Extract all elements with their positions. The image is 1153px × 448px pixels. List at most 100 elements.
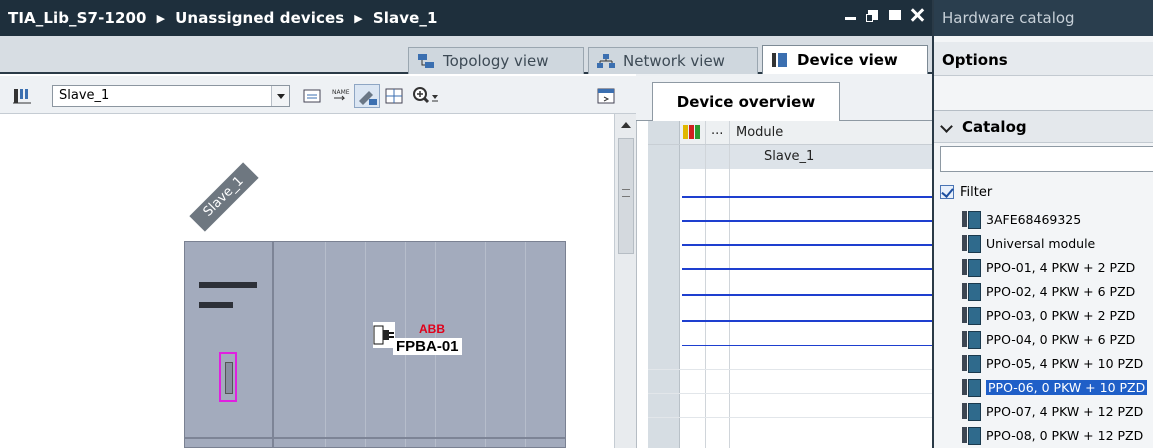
device-select-value: Slave_1 [59, 88, 110, 103]
chevron-down-icon[interactable] [940, 120, 953, 133]
options-section-header[interactable]: Options [934, 42, 1153, 76]
profinet-port-connector[interactable] [219, 352, 237, 402]
catalog-item[interactable]: PPO-03, 0 PKW + 2 PZD [960, 304, 1153, 326]
rename-icon[interactable]: NAME [330, 86, 350, 106]
status-led-bar [199, 302, 233, 308]
table-cell [706, 145, 730, 169]
topology-icon [417, 53, 435, 69]
device-tree-icon[interactable] [12, 86, 32, 106]
tab-device-view[interactable]: Device view [762, 45, 928, 74]
scroll-up-icon[interactable] [618, 118, 633, 133]
catalog-item[interactable]: PPO-01, 4 PKW + 2 PZD [960, 256, 1153, 278]
catalog-item[interactable]: Universal module [960, 232, 1153, 254]
tab-label: Device view [797, 51, 898, 69]
row-header [648, 145, 680, 169]
adapter-plug-icon [373, 322, 395, 348]
breadcrumb-unassigned-devices[interactable]: Unassigned devices [175, 9, 344, 27]
catalog-label: Catalog [962, 118, 1027, 136]
catalog-item[interactable]: 3AFE68469325 [960, 208, 1153, 230]
breadcrumb-separator-icon: ▶ [156, 11, 166, 25]
hardware-catalog-title: Hardware catalog [934, 0, 1153, 36]
canvas-vertical-scrollbar[interactable] [614, 114, 636, 448]
svg-text:NAME: NAME [332, 89, 350, 96]
breadcrumb-separator-icon: ▶ [354, 11, 363, 25]
abb-logo: ABB [419, 322, 445, 336]
chevron-down-icon[interactable] [271, 86, 289, 106]
tab-device-overview[interactable]: Device overview [652, 82, 840, 121]
module-icon [960, 330, 981, 349]
breadcrumb-device[interactable]: Slave_1 [373, 9, 438, 27]
device-rack[interactable]: ABB FPBA-01 [184, 241, 566, 448]
table-row-line [682, 294, 932, 296]
table-row-line [682, 196, 932, 198]
catalog-search-input[interactable] [940, 146, 1153, 172]
table-row-line [682, 244, 932, 246]
fpba-module[interactable]: ABB FPBA-01 [373, 322, 465, 370]
checkbox-checked-icon[interactable] [940, 185, 954, 199]
module-icon [960, 210, 981, 229]
close-icon[interactable] [910, 8, 924, 22]
catalog-item[interactable]: PPO-07, 4 PKW + 12 PZD [960, 400, 1153, 422]
show-parameters-icon[interactable] [354, 84, 380, 108]
module-cell: Slave_1 [764, 149, 815, 164]
catalog-section-header[interactable]: Catalog [934, 111, 1153, 143]
table-row-line [648, 393, 932, 394]
row-header [648, 169, 680, 448]
device-view-toolbar: Slave_1 NAME [0, 76, 636, 114]
tab-label: Network view [623, 52, 725, 70]
table-header-row: ... Module [648, 121, 932, 145]
table-cell [680, 145, 706, 169]
rack-slot-divider [325, 242, 326, 447]
options-section-body [934, 76, 1153, 111]
module-icon [960, 426, 981, 445]
module-column-header[interactable]: Module [736, 125, 783, 140]
module-icon [960, 282, 981, 301]
tab-label: Topology view [443, 52, 549, 70]
rack-rail [185, 437, 565, 439]
editor-title-bar: TIA_Lib_S7-1200 ▶ Unassigned devices ▶ S… [0, 0, 932, 36]
minimize-icon[interactable] [844, 8, 858, 22]
extra-column-header[interactable]: ... [706, 121, 730, 144]
diagnostics-icon [683, 125, 700, 139]
zoom-icon[interactable] [412, 86, 442, 106]
table-empty-rows[interactable] [648, 169, 932, 448]
module-icon [960, 234, 981, 253]
module-icon [960, 378, 981, 397]
rack-slot-divider [485, 242, 486, 447]
view-tabs-bar: Topology view Network view Device view [0, 36, 932, 74]
status-led-bar [199, 282, 257, 288]
tab-network-view[interactable]: Network view [588, 47, 758, 74]
rack-divider [272, 242, 274, 447]
catalog-item-selected[interactable]: PPO-06, 0 PKW + 10 PZD [960, 376, 1153, 398]
maximize-icon[interactable] [888, 8, 902, 22]
grid-icon[interactable] [384, 86, 404, 106]
catalog-item[interactable]: PPO-02, 4 PKW + 6 PZD [960, 280, 1153, 302]
device-overview-tabbar: Device overview [636, 74, 932, 121]
catalog-item[interactable]: PPO-05, 4 PKW + 10 PZD [960, 352, 1153, 374]
filter-label: Filter [960, 184, 993, 200]
table-row-line [682, 268, 932, 270]
breadcrumb-project[interactable]: TIA_Lib_S7-1200 [8, 9, 147, 27]
show-module-labels-icon[interactable] [302, 86, 322, 106]
module-icon [960, 258, 981, 277]
table-row-line [648, 369, 932, 370]
rack-slot-divider [365, 242, 366, 447]
diagnostics-column-header[interactable] [680, 121, 706, 144]
catalog-item[interactable]: PPO-04, 0 PKW + 6 PZD [960, 328, 1153, 350]
column-dots: ... [711, 123, 724, 138]
table-row-line [682, 345, 932, 346]
table-cell [706, 169, 730, 448]
rack-slot-divider [525, 242, 526, 447]
table-row-line [682, 220, 932, 222]
scroll-thumb[interactable] [618, 138, 634, 254]
filter-checkbox[interactable]: Filter [940, 183, 992, 201]
device-icon [771, 52, 789, 68]
float-window-icon[interactable] [866, 8, 880, 22]
module-icon [960, 354, 981, 373]
device-select[interactable]: Slave_1 [52, 85, 290, 107]
module-icon [960, 306, 981, 325]
table-row[interactable]: Slave_1 [648, 145, 932, 169]
tab-topology-view[interactable]: Topology view [408, 47, 584, 74]
catalog-item[interactable]: PPO-08, 0 PKW + 12 PZD [960, 424, 1153, 446]
toggle-overview-icon[interactable] [596, 86, 616, 106]
